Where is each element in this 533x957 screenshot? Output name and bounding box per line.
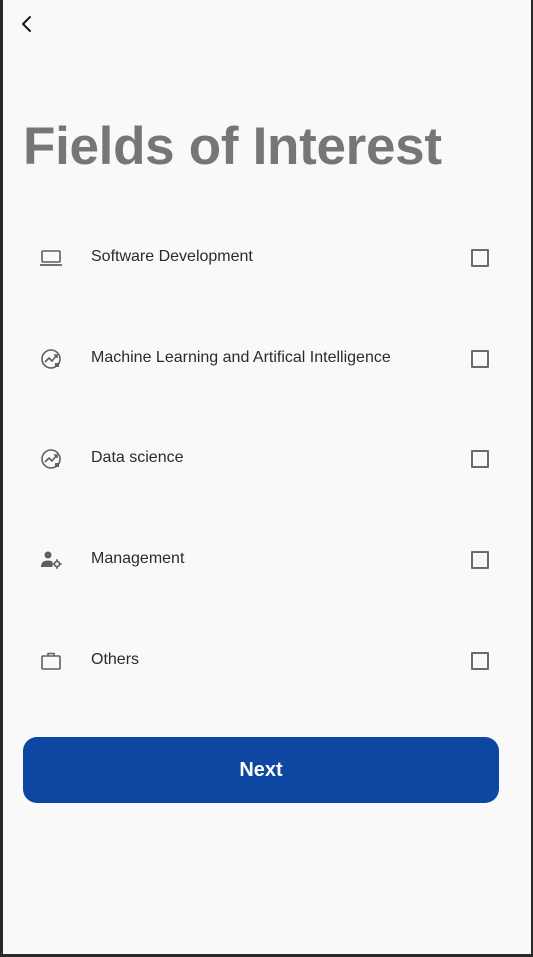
field-checkbox[interactable] [471,652,489,670]
app-screen: Fields of Interest Software Development [3,0,531,954]
analytics-chart-icon [39,347,63,371]
field-label: Software Development [91,248,253,265]
field-checkbox[interactable] [471,249,489,267]
chevron-left-icon [20,14,34,39]
field-checkbox[interactable] [471,350,489,368]
field-option-others[interactable]: Others [3,610,531,710]
page-title: Fields of Interest [23,117,442,176]
field-label: Others [91,651,140,668]
field-option-machine-learning[interactable]: Machine Learning and Artifical Intellige… [3,308,531,408]
field-label: Data science [91,449,184,466]
next-button[interactable]: Next [23,737,499,803]
field-label: Machine Learning and Artifical Intellige… [91,349,391,366]
laptop-icon [39,246,63,270]
field-checkbox[interactable] [471,551,489,569]
field-label: Management [91,550,185,567]
field-checkbox[interactable] [471,450,489,468]
analytics-chart-icon [39,447,63,471]
field-option-software-development[interactable]: Software Development [3,207,531,307]
back-button[interactable] [13,12,41,40]
manage-accounts-icon [39,548,63,572]
briefcase-icon [39,649,63,673]
field-option-management[interactable]: Management [3,509,531,609]
field-option-data-science[interactable]: Data science [3,408,531,508]
